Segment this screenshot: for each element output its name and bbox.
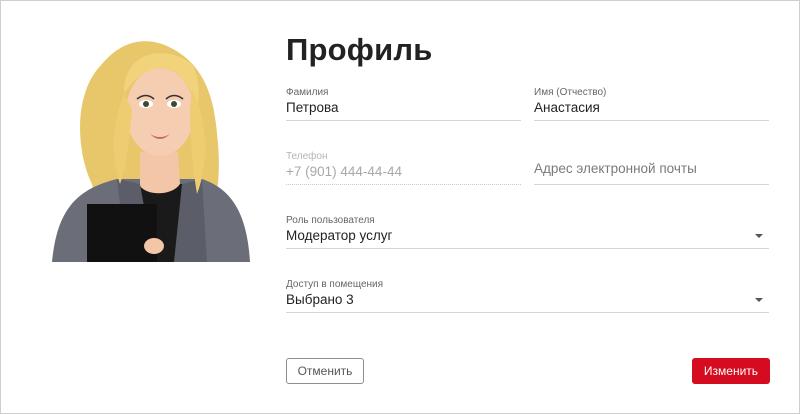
role-value[interactable]: Модератор услуг: [286, 228, 769, 245]
phone-value: +7 (901) 444-44-44: [286, 164, 402, 179]
access-value[interactable]: Выбрано 3: [286, 292, 769, 309]
save-button[interactable]: Изменить: [692, 358, 770, 384]
last-name-label: Фамилия: [286, 87, 329, 98]
phone-field: Телефон +7 (901) 444-44-44: [286, 151, 521, 185]
access-underline: [286, 312, 769, 313]
email-field[interactable]: Адрес электронной почты: [534, 151, 769, 185]
role-underline: [286, 248, 769, 249]
first-name-value[interactable]: Анастасия: [534, 100, 769, 117]
access-label: Доступ в помещения: [286, 279, 384, 290]
first-name-underline: [534, 120, 769, 121]
avatar: [32, 34, 260, 262]
last-name-value[interactable]: Петрова: [286, 100, 521, 117]
email-underline: [534, 184, 769, 185]
user-avatar-illustration: [52, 41, 250, 262]
profile-panel: Профиль Фамилия Петрова Имя (Отчество) А…: [0, 0, 800, 414]
access-select[interactable]: Доступ в помещения Выбрано 3: [286, 279, 769, 313]
phone-label: Телефон: [286, 151, 328, 162]
role-label: Роль пользователя: [286, 215, 375, 226]
first-name-field[interactable]: Имя (Отчество) Анастасия: [534, 87, 769, 121]
cancel-button[interactable]: Отменить: [286, 358, 364, 384]
phone-underline: [286, 184, 521, 185]
last-name-field[interactable]: Фамилия Петрова: [286, 87, 521, 121]
email-placeholder[interactable]: Адрес электронной почты: [534, 151, 769, 177]
chevron-down-icon[interactable]: [755, 234, 763, 238]
role-select[interactable]: Роль пользователя Модератор услуг: [286, 215, 769, 249]
first-name-label: Имя (Отчество): [534, 87, 607, 98]
chevron-down-icon[interactable]: [755, 298, 763, 302]
page-title: Профиль: [286, 32, 433, 67]
last-name-underline: [286, 120, 521, 121]
